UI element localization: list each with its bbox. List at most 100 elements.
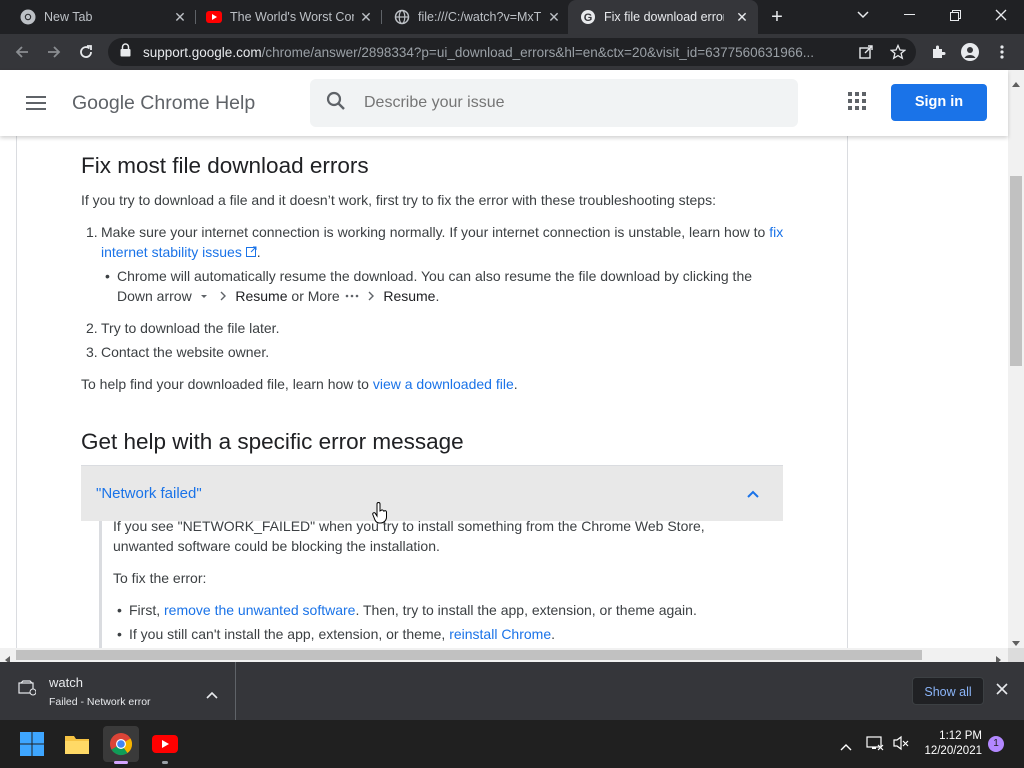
share-icon[interactable] xyxy=(854,40,878,64)
network-icon[interactable] xyxy=(866,735,884,756)
lock-icon[interactable] xyxy=(120,42,131,62)
google-apps-icon[interactable] xyxy=(848,92,870,114)
tab-youtube[interactable]: The World's Worst Comp ✕ xyxy=(186,0,382,34)
fix-bullet-1: First, remove the unwanted software. The… xyxy=(129,600,779,620)
windows-start-icon[interactable] xyxy=(14,726,50,762)
bookmark-star-icon[interactable] xyxy=(886,40,910,64)
new-tab-button[interactable]: + xyxy=(766,6,788,28)
running-indicator xyxy=(162,761,168,764)
clock-time: 1:12 PM xyxy=(939,730,982,742)
tab-title: The World's Worst Comp xyxy=(230,10,354,24)
fix-bullet-2-start: If you still can't install the app, exte… xyxy=(129,626,446,642)
globe-icon xyxy=(394,9,410,25)
file-explorer-icon[interactable] xyxy=(59,726,95,762)
address-bar[interactable]: support.google.com/chrome/answer/2898334… xyxy=(108,38,916,66)
volume-muted-icon[interactable] xyxy=(892,735,910,756)
remove-unwanted-software-link[interactable]: remove the unwanted software xyxy=(164,602,355,618)
download-filename: watch xyxy=(49,675,83,690)
extensions-icon[interactable] xyxy=(926,40,950,64)
bullet-dot: • xyxy=(105,268,110,284)
search-input[interactable] xyxy=(364,94,764,112)
close-tab-icon[interactable]: ✕ xyxy=(358,9,374,25)
close-download-shelf-icon[interactable] xyxy=(996,682,1014,700)
file-icon xyxy=(18,680,37,701)
minimize-button[interactable] xyxy=(886,0,932,30)
tab-strip: New Tab ✕ The World's Worst Comp ✕ file:… xyxy=(0,0,1024,34)
tab-title: New Tab xyxy=(44,10,93,24)
accordion-body-rule xyxy=(99,521,102,648)
close-tab-icon[interactable]: ✕ xyxy=(546,9,562,25)
step-number: 2. xyxy=(86,320,98,336)
help-search-box[interactable] xyxy=(310,79,798,127)
find-file-text: To help find your downloaded file, learn… xyxy=(81,376,369,392)
vertical-scrollbar[interactable] xyxy=(1008,70,1024,648)
taskbar-clock[interactable]: 1:12 PM 12/20/2021 xyxy=(916,729,982,759)
period: . xyxy=(551,626,556,642)
profile-icon[interactable] xyxy=(958,40,982,64)
resume-label: Resume xyxy=(235,288,288,304)
site-title[interactable]: Google Chrome Help xyxy=(72,92,255,115)
accordion-title: "Network failed" xyxy=(96,485,202,502)
more-dots-icon xyxy=(344,288,360,304)
step-1: Make sure your internet connection is wo… xyxy=(101,222,791,262)
period: . xyxy=(435,288,440,304)
fix-bullet-1-start: First, xyxy=(129,602,161,618)
back-icon[interactable] xyxy=(10,40,34,64)
close-window-button[interactable] xyxy=(978,0,1024,30)
vertical-scroll-thumb[interactable] xyxy=(1010,176,1022,366)
tab-file[interactable]: file:///C:/watch?v=MxT ✕ xyxy=(374,0,570,34)
notification-badge[interactable]: 1 xyxy=(988,736,1004,752)
help-center-header: Google Chrome Help Sign in xyxy=(0,70,1008,136)
tab-title: file:///C:/watch?v=MxT xyxy=(418,10,542,24)
horizontal-scrollbar[interactable] xyxy=(0,648,1008,664)
windows-taskbar: 1:12 PM 12/20/2021 1 xyxy=(0,720,1024,768)
search-icon[interactable] xyxy=(326,91,346,116)
show-all-button[interactable]: Show all xyxy=(912,677,984,705)
chevron-up-icon[interactable] xyxy=(745,486,761,502)
youtube-taskbar-icon[interactable] xyxy=(147,726,183,764)
heading-specific-error: Get help with a specific error message xyxy=(81,429,464,454)
resume-label: Resume xyxy=(383,288,436,304)
tab-title: Fix file download errors xyxy=(604,10,724,24)
resume-bullet-text: Chrome will automatically resume the dow… xyxy=(117,268,753,284)
url-text: support.google.com/chrome/answer/2898334… xyxy=(143,45,843,60)
browser-toolbar: support.google.com/chrome/answer/2898334… xyxy=(0,34,1024,70)
active-indicator xyxy=(114,761,128,764)
page-content: Fix most file download errors If you try… xyxy=(0,136,1008,648)
sign-in-button[interactable]: Sign in xyxy=(891,84,987,121)
system-tray-chevron-icon[interactable] xyxy=(840,738,852,756)
hamburger-menu-icon[interactable] xyxy=(24,91,48,115)
youtube-icon xyxy=(206,9,222,25)
reload-icon[interactable] xyxy=(74,40,98,64)
scroll-up-icon[interactable] xyxy=(1012,74,1020,92)
or-text: or xyxy=(291,288,304,304)
horizontal-scroll-thumb[interactable] xyxy=(16,650,922,660)
heading-fix-download-errors: Fix most file download errors xyxy=(81,153,369,178)
reinstall-chrome-link[interactable]: reinstall Chrome xyxy=(449,626,551,642)
chevron-right-icon xyxy=(215,288,231,304)
clock-date: 12/20/2021 xyxy=(924,745,982,757)
chevron-up-icon[interactable] xyxy=(206,686,218,704)
tab-new-tab[interactable]: New Tab ✕ xyxy=(0,0,196,34)
view-downloaded-file-link[interactable]: view a downloaded file xyxy=(373,376,514,392)
find-file-paragraph: To help find your downloaded file, learn… xyxy=(81,374,781,394)
external-link-icon xyxy=(245,244,257,260)
tab-search-icon[interactable] xyxy=(840,0,886,30)
chevron-right-icon xyxy=(363,288,379,304)
network-failed-explanation: If you see "NETWORK_FAILED" when you try… xyxy=(113,516,773,556)
bullet-dot: • xyxy=(117,626,122,642)
network-failed-accordion[interactable]: "Network failed" xyxy=(81,465,783,521)
download-shelf: watch Failed - Network error Show all xyxy=(0,662,1024,720)
download-item[interactable]: watch Failed - Network error xyxy=(0,662,236,720)
forward-icon[interactable] xyxy=(42,40,66,64)
down-arrow-label: Down arrow xyxy=(117,288,192,304)
tab-fix-download-errors[interactable]: G Fix file download errors ✕ xyxy=(568,0,758,34)
chrome-taskbar-icon[interactable] xyxy=(103,726,139,764)
step-number: 3. xyxy=(86,344,98,360)
bullet-dot: • xyxy=(117,602,122,618)
close-tab-icon[interactable]: ✕ xyxy=(734,9,750,25)
restore-button[interactable] xyxy=(932,0,978,30)
to-fix-label: To fix the error: xyxy=(113,570,207,586)
kebab-menu-icon[interactable] xyxy=(990,40,1014,64)
caret-down-icon xyxy=(196,288,212,304)
